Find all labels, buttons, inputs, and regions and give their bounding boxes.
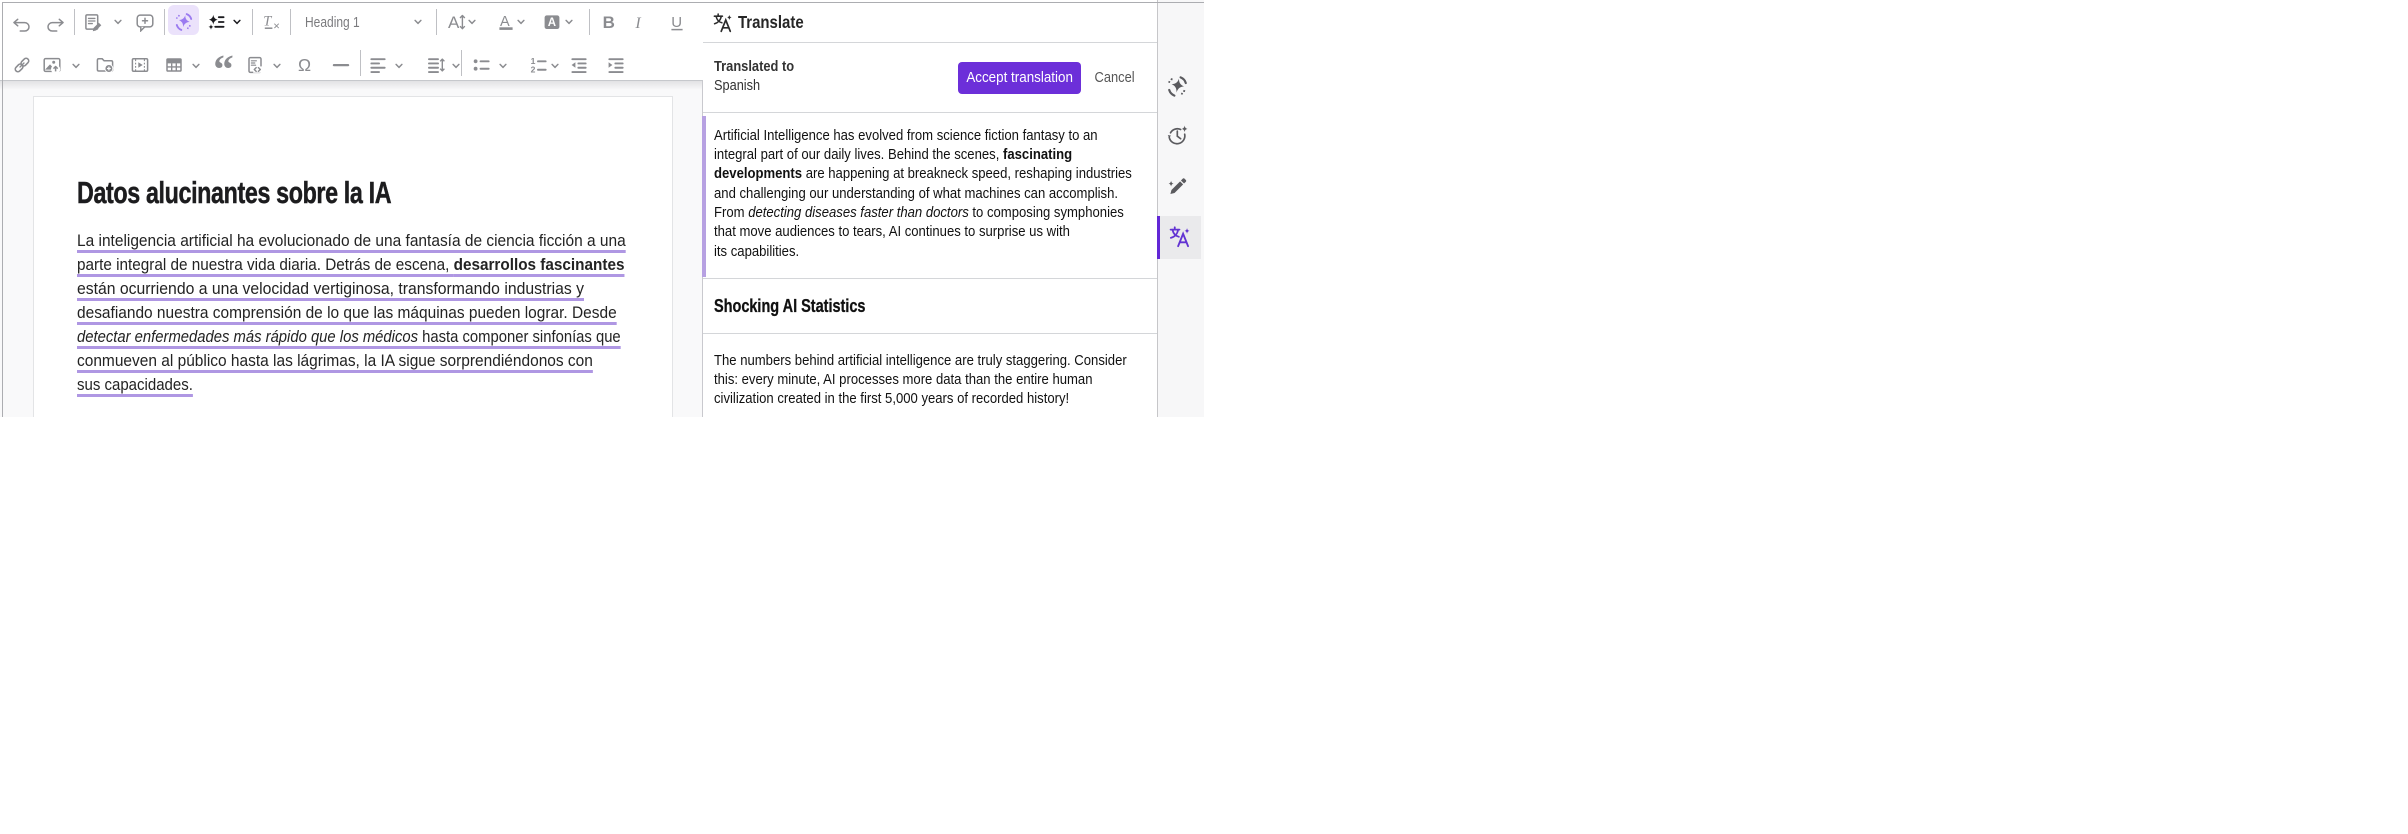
- svg-text:T: T: [263, 14, 272, 30]
- svg-text:U: U: [671, 14, 682, 31]
- svg-text:A: A: [547, 17, 555, 29]
- svg-text:B: B: [603, 13, 615, 32]
- svg-text:“: “: [213, 55, 233, 75]
- svg-text:2: 2: [530, 64, 535, 74]
- svg-text:A: A: [448, 13, 460, 32]
- svg-text:I: I: [634, 15, 641, 32]
- svg-text:✕: ✕: [273, 21, 280, 31]
- svg-text:Ω: Ω: [298, 55, 311, 75]
